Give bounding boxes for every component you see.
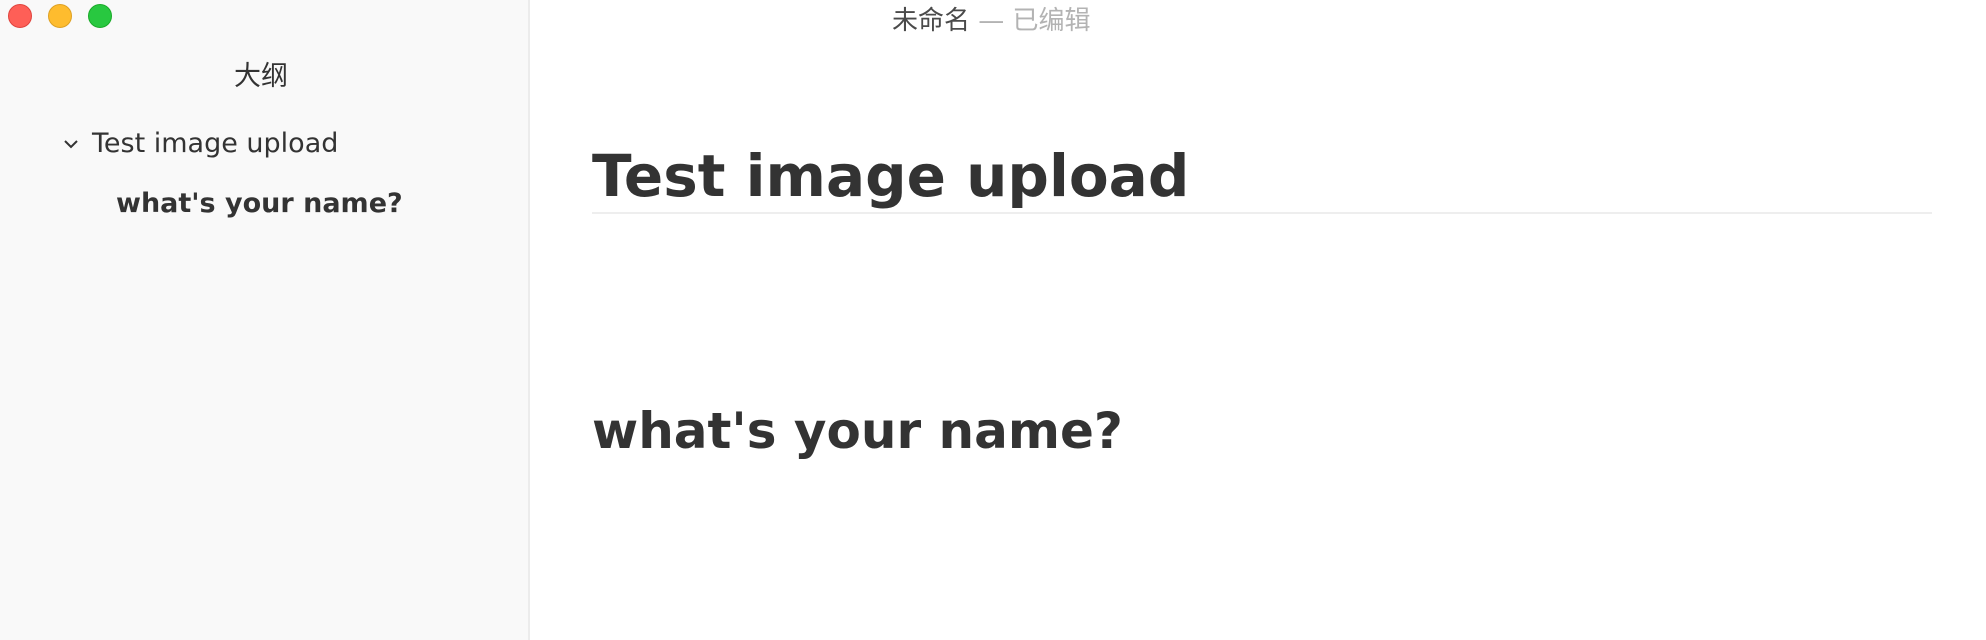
close-window-button[interactable] [8, 4, 32, 28]
heading-1[interactable]: Test image upload [592, 140, 1932, 214]
title-separator: — [978, 6, 1005, 36]
edit-status: 已编辑 [1012, 6, 1091, 36]
outline-item-heading1[interactable]: Test image upload [60, 128, 338, 159]
document-editor[interactable]: Test image upload what's your name? [592, 140, 1932, 460]
window-controls [8, 4, 128, 28]
window-title: 未命名 — 已编辑 [892, 0, 1091, 37]
outline-sidebar: 大纲 Test image upload what's your name? [0, 0, 530, 640]
outline-item-heading2[interactable]: what's your name? [116, 188, 403, 219]
outline-item-label: Test image upload [92, 128, 339, 159]
heading-2[interactable]: what's your name? [592, 402, 1123, 460]
sidebar-title: 大纲 [234, 61, 288, 92]
document-name: 未命名 [892, 6, 971, 36]
app-window: 大纲 Test image upload what's your name? 未… [0, 0, 1986, 640]
maximize-window-button[interactable] [88, 4, 112, 28]
chevron-down-icon[interactable] [60, 133, 82, 155]
minimize-window-button[interactable] [48, 4, 72, 28]
